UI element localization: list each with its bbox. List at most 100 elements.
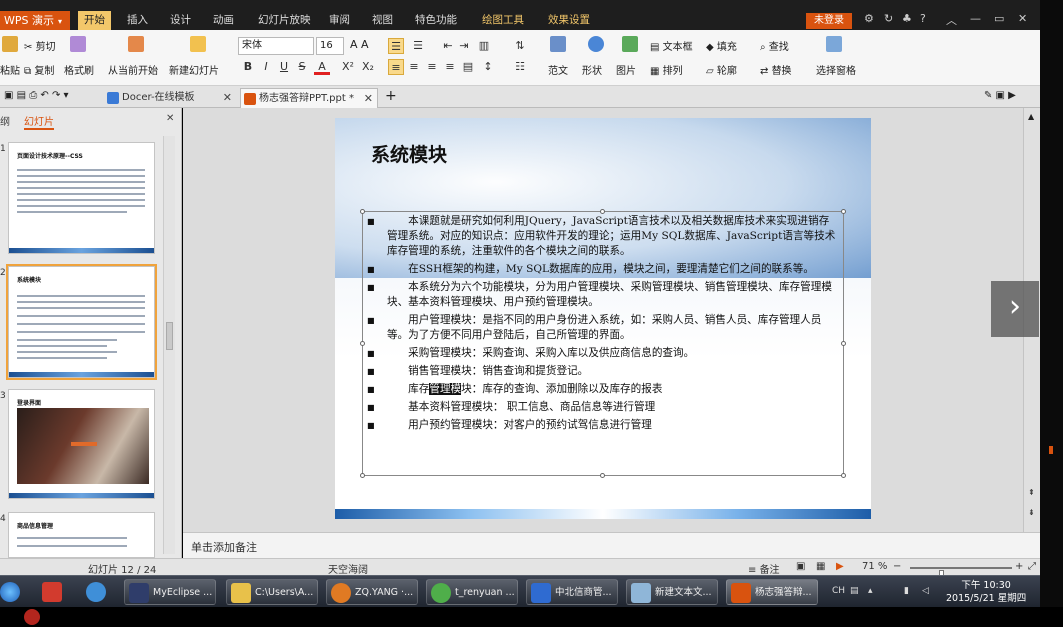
text-direction-icon[interactable]: ⇅ [512,38,528,54]
menu-insert[interactable]: 插入 [121,11,154,30]
bullet-item[interactable]: 本系统分为六个功能模块，分为用户管理模块、采购管理模块、销售管理模块、库存管理模… [367,280,839,310]
select-pane-button[interactable]: 选择窗格 [816,62,856,77]
justify-icon[interactable]: ≡ [442,59,458,75]
subscript-button[interactable]: X₂ [360,59,376,75]
superscript-button[interactable]: X² [340,59,356,75]
menu-special[interactable]: 特色功能 [409,11,463,30]
volume-icon[interactable]: ◁ [922,586,929,596]
bullet-list-icon[interactable]: ☰ [388,38,404,54]
resize-handle[interactable] [841,473,846,478]
start-button[interactable] [0,579,22,605]
skin-icon[interactable]: ⚙ [864,12,874,25]
menu-animation[interactable]: 动画 [207,11,240,30]
network-icon[interactable]: ▮ [904,586,909,596]
help-icon[interactable]: ? [920,12,926,25]
next-slide-small-icon[interactable]: ⇟ [1028,508,1035,517]
shirt-icon[interactable]: ♣ [902,12,912,25]
slide-title[interactable]: 系统模块 [371,140,447,167]
font-grow-button[interactable]: A A [350,38,369,51]
thumbnail-scrollbar[interactable] [163,136,175,554]
tab-outline[interactable]: 纲 [0,113,10,128]
align-left-icon[interactable]: ≡ [388,59,404,75]
shape-button[interactable]: 形状 [582,62,602,77]
slide-thumbnail-3[interactable]: 登录界面 [8,389,155,499]
scroll-up-icon[interactable]: ▲ [1028,112,1034,121]
slide-thumbnail-4[interactable]: 商品信息管理 [8,512,155,558]
app-menu-button[interactable]: WPS 演示 ▾ [0,11,70,30]
indent-increase-icon[interactable]: ⇥ [456,38,472,54]
menu-home[interactable]: 开始 [78,11,111,30]
align-right-icon[interactable]: ≡ [424,59,440,75]
new-slide-icon[interactable] [190,36,206,52]
bullet-item[interactable]: 本课题就是研究如何利用JQuery，JavaScript语言技术以及相关数据库技… [367,214,839,259]
picture-button[interactable]: 图片 [616,62,636,77]
copy-button[interactable]: ⧉ 复制 [24,62,54,77]
bullet-item-inventory[interactable]: 库存管理模块：库存的查询、添加删除以及库存的报表 [367,382,839,397]
menu-view[interactable]: 视图 [366,11,399,30]
sorter-view-icon[interactable]: ▦ [816,561,825,572]
line-spacing-icon[interactable]: ↕ [480,59,496,75]
close-tab-icon[interactable]: ✕ [364,89,373,109]
login-button[interactable]: 未登录 [806,13,852,29]
tab-presentation[interactable]: 杨志强答辩PPT.ppt * ✕ [240,88,378,108]
find-button[interactable]: ⌕ 查找 [760,38,789,53]
select-pane-icon[interactable] [826,36,842,52]
strikethrough-button[interactable]: S [294,59,310,75]
paragraph-spacing-icon[interactable]: ☷ [512,59,528,75]
notes-pane[interactable]: 单击添加备注 [183,532,1040,558]
fill-button[interactable]: ◆ 填充 [706,38,737,53]
menu-review[interactable]: 审阅 [323,11,356,30]
resize-handle[interactable] [600,473,605,478]
play-from-current-icon[interactable] [128,36,144,52]
font-name-select[interactable]: 宋体 [238,37,314,55]
minimize-icon[interactable]: — [970,12,981,25]
textbox-button[interactable]: ▤ 文本框 [650,38,693,53]
format-painter-button[interactable]: 格式刷 [64,62,94,77]
next-slide-arrow-icon[interactable]: › [991,281,1039,337]
close-icon[interactable]: ✕ [1018,12,1027,25]
columns-icon[interactable]: ▥ [476,38,492,54]
close-tab-icon[interactable]: ✕ [223,88,232,108]
new-tab-icon[interactable]: + [385,88,397,104]
restore-icon[interactable]: ▭ [994,12,1004,25]
bullet-item[interactable]: 用户管理模块：是指不同的用户身份进入系统，如：采购人员、销售人员、库存管理人员等… [367,313,839,343]
underline-button[interactable]: U [276,59,292,75]
system-clock[interactable]: 下午 10:30 2015/5/21 星期四 [946,579,1026,605]
prev-slide-icon[interactable]: ⇞ [1028,488,1035,497]
zoom-slider[interactable] [910,567,1012,581]
tab-tools-icons[interactable]: ✎ ▣ ▶ [984,90,1016,101]
task-navicat[interactable]: t_renyuan ... [426,579,518,605]
task-notepad[interactable]: 新建文本文... [626,579,718,605]
bold-button[interactable]: B [240,59,256,75]
task-wps-presentation[interactable]: 杨志强答辩... [726,579,818,605]
input-language[interactable]: CH [832,586,845,596]
slideshow-view-icon[interactable]: ▶ [836,561,844,572]
replace-button[interactable]: ⇄ 替换 [760,62,792,77]
pinned-app-2[interactable] [82,579,112,605]
tab-docer-templates[interactable]: Docer-在线模板 ✕ [104,88,236,108]
slide[interactable]: 系统模块 本课题就是研究如何利用JQuery，JavaScript语言技术以及相… [335,118,871,519]
selected-text[interactable]: 管理模 [429,383,462,395]
notes-toggle-button[interactable]: ≡ 备注 [748,561,780,576]
paste-button[interactable]: 粘贴 [0,62,20,77]
slide-thumbnail-1[interactable]: 页面设计技术原理--CSS [8,142,155,254]
menu-effect-settings[interactable]: 效果设置 [542,11,596,30]
menu-design[interactable]: 设计 [164,11,197,30]
sync-icon[interactable]: ↻ [884,12,893,25]
scrollbar-thumb[interactable] [166,322,173,350]
notes-placeholder[interactable]: 单击添加备注 [191,539,257,555]
keyboard-icon[interactable]: ▤ [850,586,859,596]
format-painter-icon[interactable] [70,36,86,52]
bullet-item[interactable]: 在SSH框架的构建，My SQL数据库的应用，模块之间，要理清楚它们之间的联系等… [367,262,839,277]
italic-button[interactable]: I [258,59,274,75]
bullet-item[interactable]: 销售管理模块：销售查询和提货登记。 [367,364,839,379]
task-wps-writer[interactable]: 中北信商管... [526,579,618,605]
fit-window-icon[interactable]: ⤢ [1028,561,1036,572]
bullet-item[interactable]: 用户预约管理模块：对客户的预约试驾信息进行管理 [367,418,839,433]
pinned-app-1[interactable] [38,579,68,605]
zoom-in-icon[interactable]: + [1015,561,1023,572]
paste-icon[interactable] [2,36,18,52]
outline-button[interactable]: ▱ 轮廓 [706,62,737,77]
template-button[interactable]: 范文 [548,62,568,77]
task-explorer[interactable]: C:\Users\A... [226,579,318,605]
